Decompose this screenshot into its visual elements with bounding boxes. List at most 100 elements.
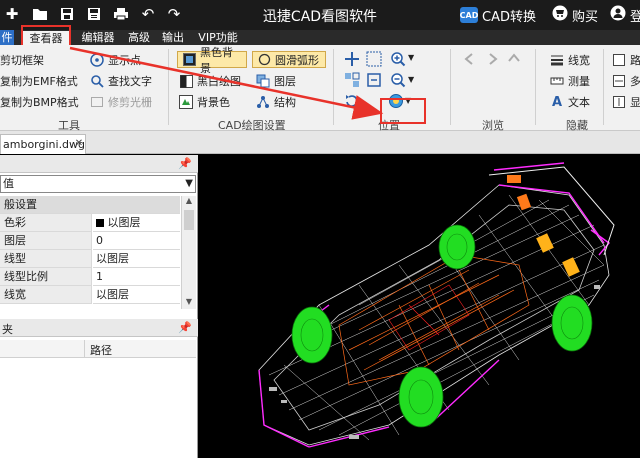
copy-emf-button[interactable]: 复制为EMF格式: [0, 72, 78, 90]
save-as-icon[interactable]: [84, 4, 104, 24]
property-row-color[interactable]: 色彩 以图层: [0, 214, 180, 232]
orbit-dropdown-icon[interactable]: ▼: [405, 96, 411, 105]
list-column-header: 路径: [0, 340, 196, 358]
properties-panel: 📌 值 ▼ 般设置 色彩 以图层 图层 0 线型 以图层 线型比例 1 线宽 以…: [0, 155, 198, 458]
multi-icon: [612, 74, 626, 88]
copy-bmp-button[interactable]: 复制为BMP格式: [0, 93, 79, 111]
drawing-canvas[interactable]: [199, 155, 640, 458]
tab-output[interactable]: 输出: [158, 30, 188, 45]
ribbon-separator: [535, 49, 536, 125]
scroll-thumb[interactable]: [184, 210, 194, 230]
print-icon[interactable]: [111, 4, 131, 24]
login-button[interactable]: 登: [610, 5, 640, 25]
property-section-general[interactable]: 般设置: [0, 196, 180, 214]
pin-icon[interactable]: 📌: [178, 157, 192, 170]
tab-editor[interactable]: 编辑器: [74, 30, 122, 45]
line-width-toggle[interactable]: 线宽: [550, 51, 590, 69]
buy-button[interactable]: 购买: [552, 5, 598, 25]
black-bg-icon: [182, 53, 196, 67]
column-divider: [84, 340, 85, 358]
property-row-lineweight[interactable]: 线宽 以图层: [0, 286, 180, 304]
buy-label: 购买: [572, 9, 599, 25]
scroll-up-icon[interactable]: ▲: [182, 196, 196, 208]
structure-button[interactable]: 结构: [256, 93, 296, 111]
undo-icon[interactable]: ↶: [138, 4, 158, 24]
document-tab-bar: amborgini.dwg ✕: [0, 131, 640, 154]
list-panel-header: 夹 📌: [0, 319, 198, 337]
save-icon[interactable]: [57, 4, 77, 24]
trim-raster-button[interactable]: 修剪光栅: [90, 93, 152, 111]
property-combo-value: 值: [3, 177, 14, 190]
redo-icon[interactable]: ↷: [164, 4, 184, 24]
structure-icon: [256, 95, 270, 109]
smooth-arc-icon: [257, 53, 271, 67]
tab-file[interactable]: 件: [0, 30, 14, 45]
user-icon: [610, 5, 626, 25]
menu-bar: 件 查看器 编辑器 高级 输出 VIP功能: [0, 30, 640, 47]
properties-panel-header: 📌: [0, 155, 198, 173]
zoom-out-dropdown-icon[interactable]: ▼: [408, 75, 414, 84]
rotate-icon[interactable]: [344, 93, 360, 109]
multi-button[interactable]: 多: [612, 72, 640, 90]
car-wireframe-drawing: [258, 162, 615, 448]
browse-up-icon[interactable]: [506, 51, 522, 67]
browse-back-icon[interactable]: [462, 51, 478, 67]
smooth-arc-toggle[interactable]: 圆滑弧形: [252, 51, 326, 68]
pin-icon[interactable]: 📌: [178, 321, 192, 334]
tab-advanced[interactable]: 高级: [124, 30, 154, 45]
orbit-3d-icon[interactable]: [388, 93, 404, 109]
line-width-icon: [550, 53, 564, 67]
property-combo[interactable]: 值 ▼: [0, 175, 196, 193]
path-icon: [612, 53, 626, 67]
column-path[interactable]: 路径: [90, 342, 112, 358]
display-button[interactable]: 显: [612, 93, 640, 111]
background-color-button[interactable]: 背景色: [179, 93, 230, 111]
scroll-down-icon[interactable]: ▼: [182, 297, 196, 309]
path-button[interactable]: 路: [612, 51, 640, 69]
bw-drawing-icon: [179, 74, 193, 88]
layers-button[interactable]: 图层: [256, 72, 296, 90]
zoom-in-dropdown-icon[interactable]: ▼: [408, 53, 414, 62]
browse-forward-icon[interactable]: [484, 51, 500, 67]
fit-icon[interactable]: [344, 72, 360, 88]
zoom-window-icon[interactable]: [366, 51, 382, 67]
cart-icon: [552, 5, 568, 25]
display-icon: [612, 95, 626, 109]
find-text-button[interactable]: 查找文字: [90, 72, 152, 90]
find-icon: [90, 74, 104, 88]
palette-icon: [179, 95, 193, 109]
zoom-out-icon[interactable]: [390, 72, 406, 88]
document-tab[interactable]: amborgini.dwg ✕: [0, 134, 86, 154]
text-a-icon: A: [551, 94, 563, 110]
bw-drawing-button[interactable]: 黑白绘图: [179, 72, 241, 90]
cad-convert-label: CAD转换: [482, 9, 536, 25]
zoom-in-icon[interactable]: [390, 51, 406, 67]
login-label: 登: [630, 9, 640, 25]
text-toggle[interactable]: A 文本: [550, 93, 590, 111]
ribbon-separator: [603, 49, 604, 125]
open-folder-icon[interactable]: [30, 4, 50, 24]
cad-convert-button[interactable]: CAD CAD转换: [460, 5, 536, 25]
property-row-linetype[interactable]: 线型 以图层: [0, 250, 180, 268]
property-row-linetype-scale[interactable]: 线型比例 1: [0, 268, 180, 286]
ribbon-separator: [168, 49, 169, 125]
layers-icon: [256, 74, 270, 88]
black-background-toggle[interactable]: 黑色背景: [177, 46, 247, 75]
cad-badge-icon: CAD: [460, 7, 478, 23]
property-row-layer[interactable]: 图层 0: [0, 232, 180, 250]
points-icon: [90, 53, 104, 67]
properties-scrollbar[interactable]: ▲ ▼: [181, 196, 196, 309]
show-points-button[interactable]: 显示点: [90, 51, 141, 69]
title-bar: ✚ ↶ ↷ 迅捷CAD看图软件 CAD CAD转换 购买 登: [0, 0, 640, 30]
measure-toggle[interactable]: 测量: [550, 72, 590, 90]
new-file-icon[interactable]: ✚: [2, 4, 22, 24]
pan-icon[interactable]: [344, 51, 360, 67]
ribbon-separator: [450, 49, 451, 125]
ribbon-separator: [333, 49, 334, 125]
ruler-icon: [550, 74, 564, 88]
clip-frame-button[interactable]: 剪切框架: [0, 51, 44, 69]
chevron-down-icon: ▼: [185, 178, 193, 189]
close-icon[interactable]: ✕: [73, 138, 85, 150]
extents-icon[interactable]: [366, 72, 382, 88]
trim-raster-icon: [90, 95, 104, 109]
